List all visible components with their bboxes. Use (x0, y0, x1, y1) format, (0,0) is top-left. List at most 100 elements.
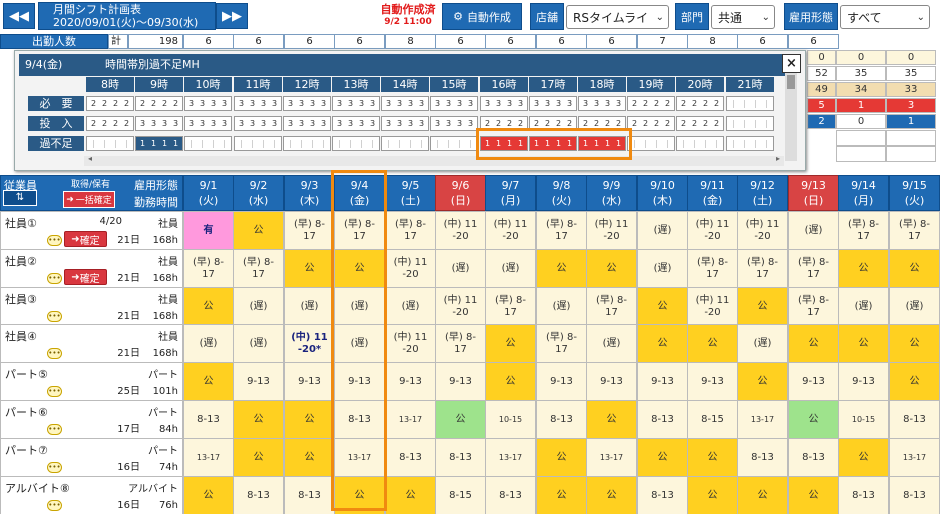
shift-cell[interactable]: 公 (737, 362, 788, 401)
shift-cell[interactable]: (遅) (737, 324, 788, 363)
shift-cell[interactable]: 13-17 (485, 438, 536, 477)
shift-cell[interactable]: (早) 8- 17 (788, 249, 839, 288)
shift-cell[interactable]: (遅) (233, 287, 284, 326)
shift-cell[interactable]: (中) 11 -20 (435, 211, 486, 250)
sort-button[interactable]: ⇅ (3, 190, 37, 206)
shift-cell[interactable]: (中) 11 -20 (737, 211, 788, 250)
shift-cell[interactable]: 公 (183, 287, 234, 326)
shift-cell[interactable]: (早) 8- 17 (889, 211, 940, 250)
shift-cell[interactable]: 8-13 (788, 438, 839, 477)
employee-name[interactable]: 社員① (5, 215, 37, 231)
employee-name[interactable]: 社員③ (5, 291, 37, 307)
shift-cell[interactable]: 公 (385, 476, 436, 514)
shift-cell[interactable]: (早) 8- 17 (838, 211, 889, 250)
day-header[interactable]: 9/12 (土) (737, 175, 788, 211)
shift-cell[interactable]: 8-13 (637, 476, 688, 514)
shift-cell[interactable]: (遅) (385, 287, 436, 326)
shift-cell[interactable]: (遅) (536, 287, 587, 326)
shift-cell[interactable]: 公 (788, 400, 839, 439)
shift-cell[interactable]: 公 (536, 438, 587, 477)
shift-cell[interactable]: 8-13 (385, 438, 436, 477)
shift-cell[interactable]: 9-13 (536, 362, 587, 401)
shift-cell[interactable]: 8-15 (435, 476, 486, 514)
store-select[interactable]: RSタイムライ ⌄ (566, 5, 669, 29)
shift-cell[interactable]: (早) 8- 17 (788, 287, 839, 326)
shift-cell[interactable]: 9-13 (687, 362, 738, 401)
bulk-confirm-button[interactable]: ➜ 一括確定 (63, 191, 115, 208)
shift-cell[interactable]: 公 (889, 362, 940, 401)
shift-cell[interactable]: 公 (536, 476, 587, 514)
comment-icon[interactable]: ••• (47, 311, 62, 322)
shift-cell[interactable]: (中) 11 -20 (586, 211, 637, 250)
shift-cell[interactable]: (中) 11 -20 (687, 287, 738, 326)
shift-cell[interactable]: 9-13 (788, 362, 839, 401)
auto-create-button[interactable]: ⚙ 自動作成 (442, 3, 522, 30)
shift-cell[interactable]: (遅) (637, 211, 688, 250)
shift-cell[interactable]: 8-13 (737, 438, 788, 477)
shift-cell[interactable]: 公 (586, 476, 637, 514)
shift-cell[interactable]: 9-13 (385, 362, 436, 401)
comment-icon[interactable]: ••• (47, 348, 62, 359)
shift-cell[interactable]: 公 (889, 249, 940, 288)
day-header[interactable]: 9/10 (木) (637, 175, 688, 211)
shift-cell[interactable]: 10-15 (485, 400, 536, 439)
shift-cell[interactable]: 公 (687, 438, 738, 477)
shift-cell[interactable]: 公 (183, 362, 234, 401)
shift-cell[interactable]: 公 (838, 324, 889, 363)
shift-cell[interactable]: 13-17 (183, 438, 234, 477)
popup-scrollbar-horizontal[interactable]: ◂ ▸ (84, 154, 784, 166)
day-header[interactable]: 9/9 (水) (586, 175, 637, 211)
shift-cell[interactable]: 公 (788, 324, 839, 363)
comment-icon[interactable]: ••• (47, 273, 62, 284)
shift-cell[interactable]: 8-13 (485, 476, 536, 514)
shift-cell[interactable]: 9-13 (284, 362, 335, 401)
day-header[interactable]: 9/13 (日) (788, 175, 839, 211)
shift-cell[interactable]: (早) 8- 17 (586, 287, 637, 326)
shift-cell[interactable]: (中) 11 -20 (435, 287, 486, 326)
shift-cell[interactable]: 公 (586, 249, 637, 288)
shift-cell[interactable]: (早) 8- 17 (435, 324, 486, 363)
comment-icon[interactable]: ••• (47, 500, 62, 511)
shift-cell[interactable]: (中) 11 -20 (485, 211, 536, 250)
shift-cell[interactable]: (遅) (838, 287, 889, 326)
shift-cell[interactable]: (遅) (284, 287, 335, 326)
shift-cell[interactable]: 公 (284, 249, 335, 288)
shift-cell[interactable]: (遅) (435, 249, 486, 288)
shift-cell[interactable]: 9-13 (586, 362, 637, 401)
scroll-thumb[interactable] (787, 75, 795, 89)
next-month-button[interactable]: ▶▶ (216, 3, 248, 29)
scroll-right-icon[interactable]: ▸ (776, 154, 780, 163)
shift-cell[interactable]: 公 (838, 249, 889, 288)
day-header[interactable]: 9/7 (月) (485, 175, 536, 211)
shift-cell[interactable]: 公 (233, 438, 284, 477)
shift-cell[interactable]: 公 (637, 438, 688, 477)
shift-cell[interactable]: 公 (637, 324, 688, 363)
comment-icon[interactable]: ••• (47, 424, 62, 435)
comment-icon[interactable]: ••• (47, 235, 62, 246)
comment-icon[interactable]: ••• (47, 462, 62, 473)
shift-cell[interactable]: 13-17 (385, 400, 436, 439)
popup-scrollbar-vertical[interactable] (785, 73, 797, 161)
shift-cell[interactable]: 公 (788, 476, 839, 514)
day-header[interactable]: 9/8 (火) (536, 175, 587, 211)
confirm-button[interactable]: ➜ 確定 (64, 269, 107, 285)
shift-cell[interactable]: (早) 8- 17 (485, 287, 536, 326)
day-header[interactable]: 9/2 (水) (233, 175, 284, 211)
shift-cell[interactable]: (早) 8- 17 (737, 249, 788, 288)
shift-cell[interactable]: 8-13 (838, 476, 889, 514)
shift-cell[interactable]: 公 (687, 324, 738, 363)
shift-cell[interactable]: 公 (838, 438, 889, 477)
employee-name[interactable]: 社員② (5, 253, 37, 269)
day-header[interactable]: 9/15 (火) (889, 175, 940, 211)
shift-cell[interactable]: (遅) (183, 324, 234, 363)
employee-name[interactable]: パート⑦ (5, 442, 48, 458)
shift-cell[interactable]: (早) 8- 17 (687, 249, 738, 288)
shift-cell[interactable]: 公 (687, 476, 738, 514)
shift-cell[interactable]: 公 (233, 400, 284, 439)
shift-cell[interactable]: (早) 8- 17 (284, 211, 335, 250)
shift-cell[interactable]: (遅) (233, 324, 284, 363)
shift-cell[interactable]: 公 (536, 249, 587, 288)
shift-cell[interactable]: 公 (284, 438, 335, 477)
day-header[interactable]: 9/1 (火) (183, 175, 234, 211)
shift-cell[interactable]: (中) 11 -20* (284, 324, 335, 363)
